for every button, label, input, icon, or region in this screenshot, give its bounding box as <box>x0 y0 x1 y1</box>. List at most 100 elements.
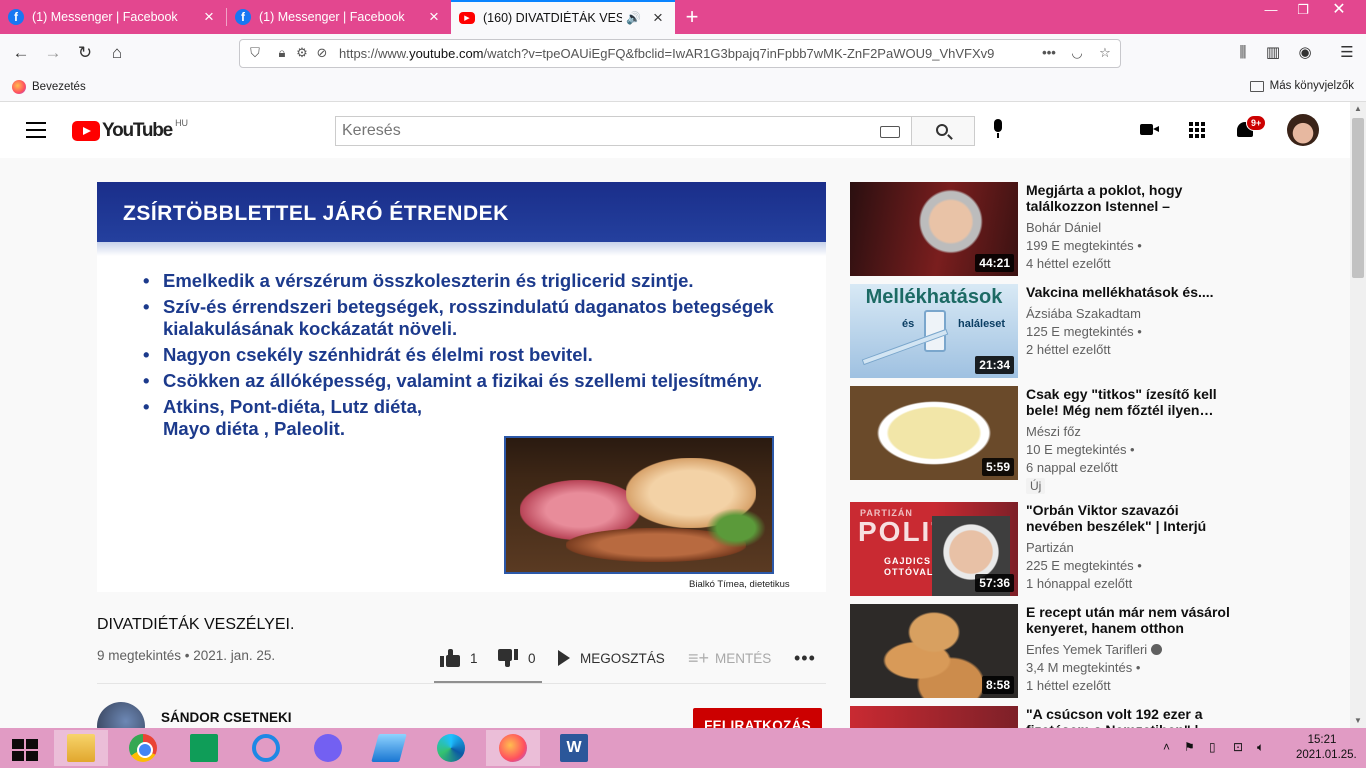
account-icon[interactable]: ◉ <box>1294 42 1316 64</box>
speaker-icon[interactable]: 🔊 <box>626 11 641 25</box>
like-button[interactable]: 1 <box>440 646 478 670</box>
close-tab-icon[interactable]: × <box>649 8 667 28</box>
recommendation-item[interactable]: "A csúcson volt 192 ezer a fizetésem a N… <box>850 706 1230 728</box>
tablet-icon[interactable]: ▯ <box>1209 740 1216 754</box>
network-icon[interactable]: ⊡ <box>1233 740 1243 754</box>
playlist-add-icon: ≡+ <box>688 647 710 668</box>
recommendation-title[interactable]: E recept után már nem vásárol kenyeret, … <box>1026 604 1230 636</box>
restore-icon[interactable]: ❐ <box>1288 0 1318 22</box>
recommendation-item[interactable]: 44:21 Megjárta a poklot, hogy találkozzo… <box>850 182 1230 276</box>
recommendation-item[interactable]: PARTIZÁN POLITIKA GAJDICS OTTÓVAL 57:36 … <box>850 502 1230 596</box>
start-button[interactable] <box>0 730 54 766</box>
recommendation-views: 3,4 M megtekintés • <box>1026 660 1141 675</box>
video-thumbnail[interactable]: PARTIZÁN POLITIKA GAJDICS OTTÓVAL 57:36 <box>850 502 1018 596</box>
close-window-icon[interactable]: ✕ <box>1324 0 1354 22</box>
search-input[interactable] <box>336 117 856 145</box>
notifications-button[interactable]: 9+ <box>1231 115 1267 144</box>
recommendation-channel[interactable]: Partizán <box>1026 539 1230 557</box>
file-explorer-icon <box>67 734 95 762</box>
url-text[interactable]: https://www.youtube.com/watch?v=tpeOAUiE… <box>339 46 1039 61</box>
recommendation-item[interactable]: 8:58 E recept után már nem vásárol kenye… <box>850 604 1230 698</box>
recommendation-info: "A csúcson volt 192 ezer a fizetésem a N… <box>1026 706 1230 728</box>
video-thumbnail[interactable] <box>850 706 1018 728</box>
search-button[interactable] <box>911 116 975 146</box>
taskbar-firefox[interactable] <box>486 730 540 766</box>
taskbar-internet-explorer[interactable] <box>239 730 293 766</box>
autoplay-blocked-icon[interactable]: ⊘ <box>313 44 331 62</box>
library-icon[interactable]: ⫼ <box>1232 42 1254 64</box>
page-actions-icon[interactable]: ••• <box>1040 44 1058 62</box>
bookmark-star-icon[interactable]: ☆ <box>1096 44 1114 62</box>
keyboard-icon[interactable] <box>880 126 900 138</box>
meat-photo <box>504 436 774 574</box>
taskbar-edge[interactable] <box>424 730 478 766</box>
show-hidden-icons[interactable]: ˄ <box>1163 740 1170 754</box>
close-tab-icon[interactable]: × <box>425 7 443 27</box>
voice-search-icon[interactable] <box>992 119 1004 141</box>
back-arrow-icon[interactable]: ← <box>8 40 34 66</box>
video-thumbnail[interactable]: Mellékhatások és haláleset 21:34 <box>850 284 1018 378</box>
volume-icon[interactable]: 🔈︎ <box>1257 740 1264 755</box>
video-player[interactable]: ZSÍRTÖBBLETTEL JÁRÓ ÉTRENDEK Emelkedik a… <box>97 182 826 592</box>
minimize-icon[interactable]: — <box>1256 0 1286 22</box>
lock-icon[interactable]: 🔒︎ <box>273 44 291 62</box>
recommendation-item[interactable]: 5:59 Csak egy "titkos" ízesítő kell bele… <box>850 386 1230 494</box>
menu-icon[interactable]: ☰ <box>1336 42 1358 64</box>
recommendation-info: E recept után már nem vásárol kenyeret, … <box>1026 604 1230 695</box>
recommendation-channel[interactable]: Enfes Yemek Tarifleri <box>1026 642 1147 657</box>
hamburger-menu-icon[interactable] <box>26 122 46 138</box>
other-bookmarks[interactable]: Más könyvjelzők <box>1249 80 1354 92</box>
recommendation-channel[interactable]: Ázsiába Szakadtam <box>1026 305 1230 323</box>
page-scrollbar[interactable]: ▲ ▼ <box>1350 102 1366 728</box>
channel-name[interactable]: SÁNDOR CSETNEKI <box>161 710 292 725</box>
tab-youtube-active[interactable]: ▶ (160) DIVATDIÉTÁK VESZÉLY 🔊 × <box>451 0 675 34</box>
apps-button[interactable] <box>1183 116 1211 144</box>
system-clock[interactable]: 15:21 2021.01.25. <box>1296 733 1357 763</box>
close-tab-icon[interactable]: × <box>200 7 218 27</box>
dislike-button[interactable]: 0 <box>498 646 536 670</box>
shield-icon[interactable]: ⛉ <box>246 44 264 62</box>
scrollbar-thumb[interactable] <box>1352 118 1364 278</box>
taskbar-chrome[interactable] <box>116 730 170 766</box>
url-bar[interactable]: ⛉ 🔒︎ ⚙ ⊘ https://www.youtube.com/watch?v… <box>239 39 1121 68</box>
bookmark-bevezetes[interactable]: Bevezetés <box>12 80 86 94</box>
reload-icon[interactable]: ↻ <box>72 40 98 66</box>
taskbar-word[interactable]: W <box>547 730 601 766</box>
scroll-down-icon[interactable]: ▼ <box>1350 714 1366 728</box>
pocket-icon[interactable]: ◡ <box>1068 44 1086 62</box>
url-prefix: https://www. <box>339 46 410 61</box>
tab-messenger-1[interactable]: f (1) Messenger | Facebook × <box>0 0 226 34</box>
taskbar-store[interactable] <box>177 730 231 766</box>
tab-messenger-2[interactable]: f (1) Messenger | Facebook × <box>227 0 451 34</box>
permissions-icon[interactable]: ⚙ <box>293 44 311 62</box>
recommendation-title[interactable]: Megjárta a poklot, hogy találkozzon Iste… <box>1026 182 1230 214</box>
video-thumbnail[interactable]: 5:59 <box>850 386 1018 480</box>
recommendation-title[interactable]: Vakcina mellékhatások és.... <box>1026 284 1230 300</box>
video-thumbnail[interactable]: 8:58 <box>850 604 1018 698</box>
flag-icon[interactable]: ⚑ <box>1184 740 1195 754</box>
taskbar-file-explorer[interactable] <box>54 730 108 766</box>
user-avatar[interactable] <box>1287 114 1319 146</box>
more-actions-button[interactable]: ••• <box>794 646 816 670</box>
home-icon[interactable]: ⌂ <box>104 40 130 66</box>
share-button[interactable]: MEGOSZTÁS <box>554 646 665 670</box>
recommendation-age: 4 héttel ezelőtt <box>1026 256 1111 271</box>
forward-arrow-icon[interactable]: → <box>40 40 66 66</box>
create-video-button[interactable] <box>1136 116 1164 144</box>
taskbar-scanner[interactable] <box>362 730 416 766</box>
taskbar-viber[interactable] <box>301 730 355 766</box>
sidebar-icon[interactable]: ▥ <box>1262 42 1284 64</box>
recommendation-title[interactable]: Csak egy "titkos" ízesítő kell bele! Még… <box>1026 386 1230 418</box>
browser-nav-bar: ← → ↻ ⌂ ⛉ 🔒︎ ⚙ ⊘ https://www.youtube.com… <box>0 34 1366 72</box>
save-button[interactable]: ≡+ MENTÉS <box>688 646 771 670</box>
recommendation-channel[interactable]: Mészi főz <box>1026 423 1230 441</box>
recommendation-title[interactable]: "A csúcson volt 192 ezer a fizetésem a N… <box>1026 706 1230 728</box>
youtube-logo[interactable]: YouTube HU <box>72 118 188 142</box>
video-thumbnail[interactable]: 44:21 <box>850 182 1018 276</box>
chrome-icon <box>129 734 157 762</box>
recommendation-title[interactable]: "Orbán Viktor szavazói nevében beszélek"… <box>1026 502 1230 534</box>
recommendation-item[interactable]: Mellékhatások és haláleset 21:34 Vakcina… <box>850 284 1230 378</box>
scroll-up-icon[interactable]: ▲ <box>1350 102 1366 116</box>
recommendation-channel[interactable]: Bohár Dániel <box>1026 219 1230 237</box>
new-tab-button[interactable]: + <box>680 4 704 30</box>
